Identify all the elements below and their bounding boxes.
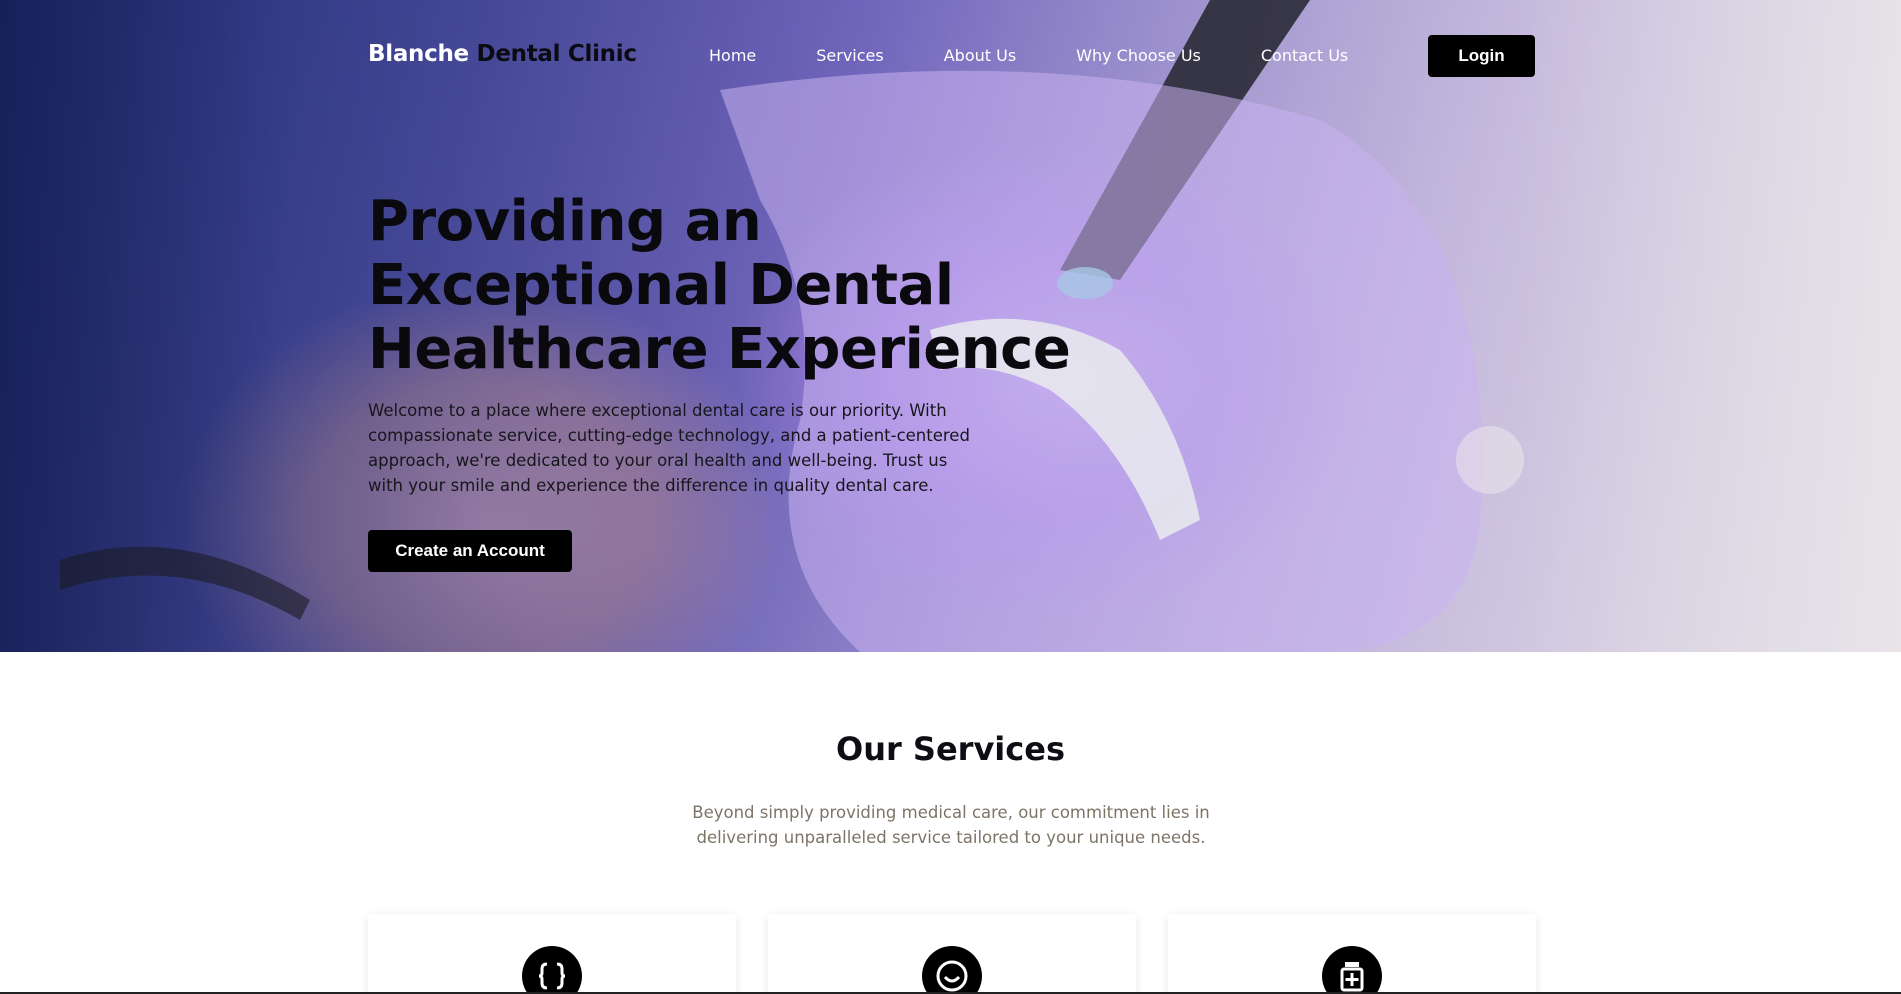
smile-icon [922, 946, 982, 994]
service-card-medicine[interactable] [1168, 914, 1536, 994]
hero-title: Providing an Exceptional Dental Healthca… [368, 189, 1071, 382]
service-card-braces[interactable] [368, 914, 736, 994]
hero-description: Welcome to a place where exceptional den… [368, 401, 970, 495]
medicine-bottle-icon [1322, 946, 1382, 994]
hero-section: Blanche Dental Clinic Home Services Abou… [0, 0, 1901, 652]
nav-link-home[interactable]: Home [709, 46, 756, 65]
services-subtitle: Beyond simply providing medical care, ou… [692, 803, 1210, 847]
brand-name-secondary: Dental Clinic [476, 41, 637, 67]
brand-logo[interactable]: Blanche Dental Clinic [368, 41, 637, 67]
top-navigation: Blanche Dental Clinic Home Services Abou… [368, 35, 1535, 77]
brand-name-primary: Blanche [368, 41, 469, 67]
service-card-smile[interactable] [768, 914, 1136, 994]
services-title: Our Services [836, 730, 1065, 768]
nav-links: Home Services About Us Why Choose Us Con… [709, 46, 1348, 65]
braces-icon [522, 946, 582, 994]
services-cards [368, 914, 1537, 994]
nav-link-contact-us[interactable]: Contact Us [1261, 46, 1348, 65]
nav-link-about-us[interactable]: About Us [944, 46, 1016, 65]
nav-link-why-choose-us[interactable]: Why Choose Us [1076, 46, 1201, 65]
nav-link-services[interactable]: Services [816, 46, 883, 65]
login-button[interactable]: Login [1428, 35, 1535, 77]
create-account-button[interactable]: Create an Account [368, 530, 572, 572]
